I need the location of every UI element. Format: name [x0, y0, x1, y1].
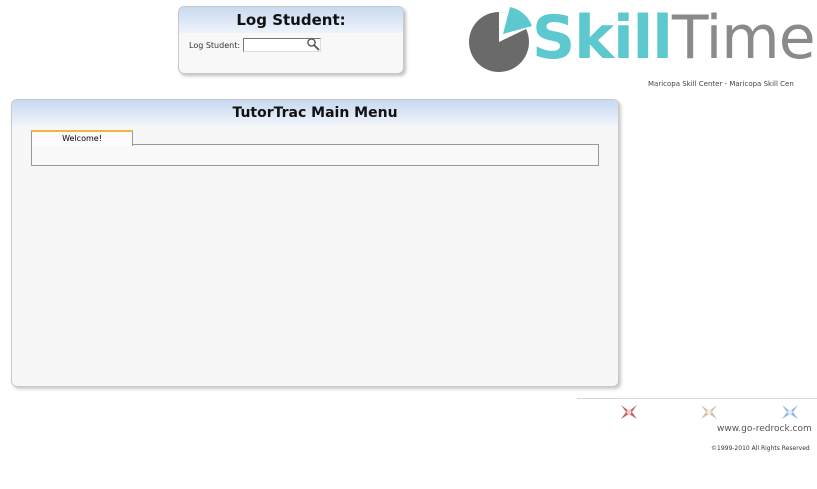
log-student-input[interactable]	[244, 40, 307, 50]
log-student-field	[243, 37, 322, 52]
skilltime-logo: SkillTime	[466, 2, 817, 76]
center-name: Maricopa Skill Center - Maricopa Skill C…	[648, 80, 794, 88]
redrock-blue-icon[interactable]	[779, 402, 801, 422]
tab-content	[31, 144, 599, 166]
logo-word-time: Time	[671, 3, 816, 73]
footer-url[interactable]: www.go-redrock.com	[717, 424, 812, 434]
log-student-row: Log Student:	[189, 37, 322, 52]
pie-logo-icon	[469, 7, 532, 72]
search-icon[interactable]	[306, 37, 320, 51]
redrock-red-icon[interactable]	[618, 402, 640, 422]
footer-copyright: ©1999-2010 All Rights Reserved	[711, 445, 810, 452]
log-student-panel: Log Student: Log Student:	[178, 6, 404, 74]
page: Log Student: Log Student: SkillTime Mari…	[0, 0, 817, 489]
logo-word-skill: Skill	[532, 3, 673, 73]
redrock-tan-icon[interactable]	[698, 402, 720, 422]
log-student-label: Log Student:	[189, 40, 241, 50]
logo-wordmark: SkillTime	[532, 2, 816, 74]
footer-divider	[577, 398, 817, 399]
main-menu-title: TutorTrac Main Menu	[12, 100, 618, 126]
log-student-title: Log Student:	[179, 7, 403, 33]
main-menu-panel: TutorTrac Main Menu Welcome!	[11, 99, 619, 387]
tab-welcome[interactable]: Welcome!	[31, 130, 133, 146]
